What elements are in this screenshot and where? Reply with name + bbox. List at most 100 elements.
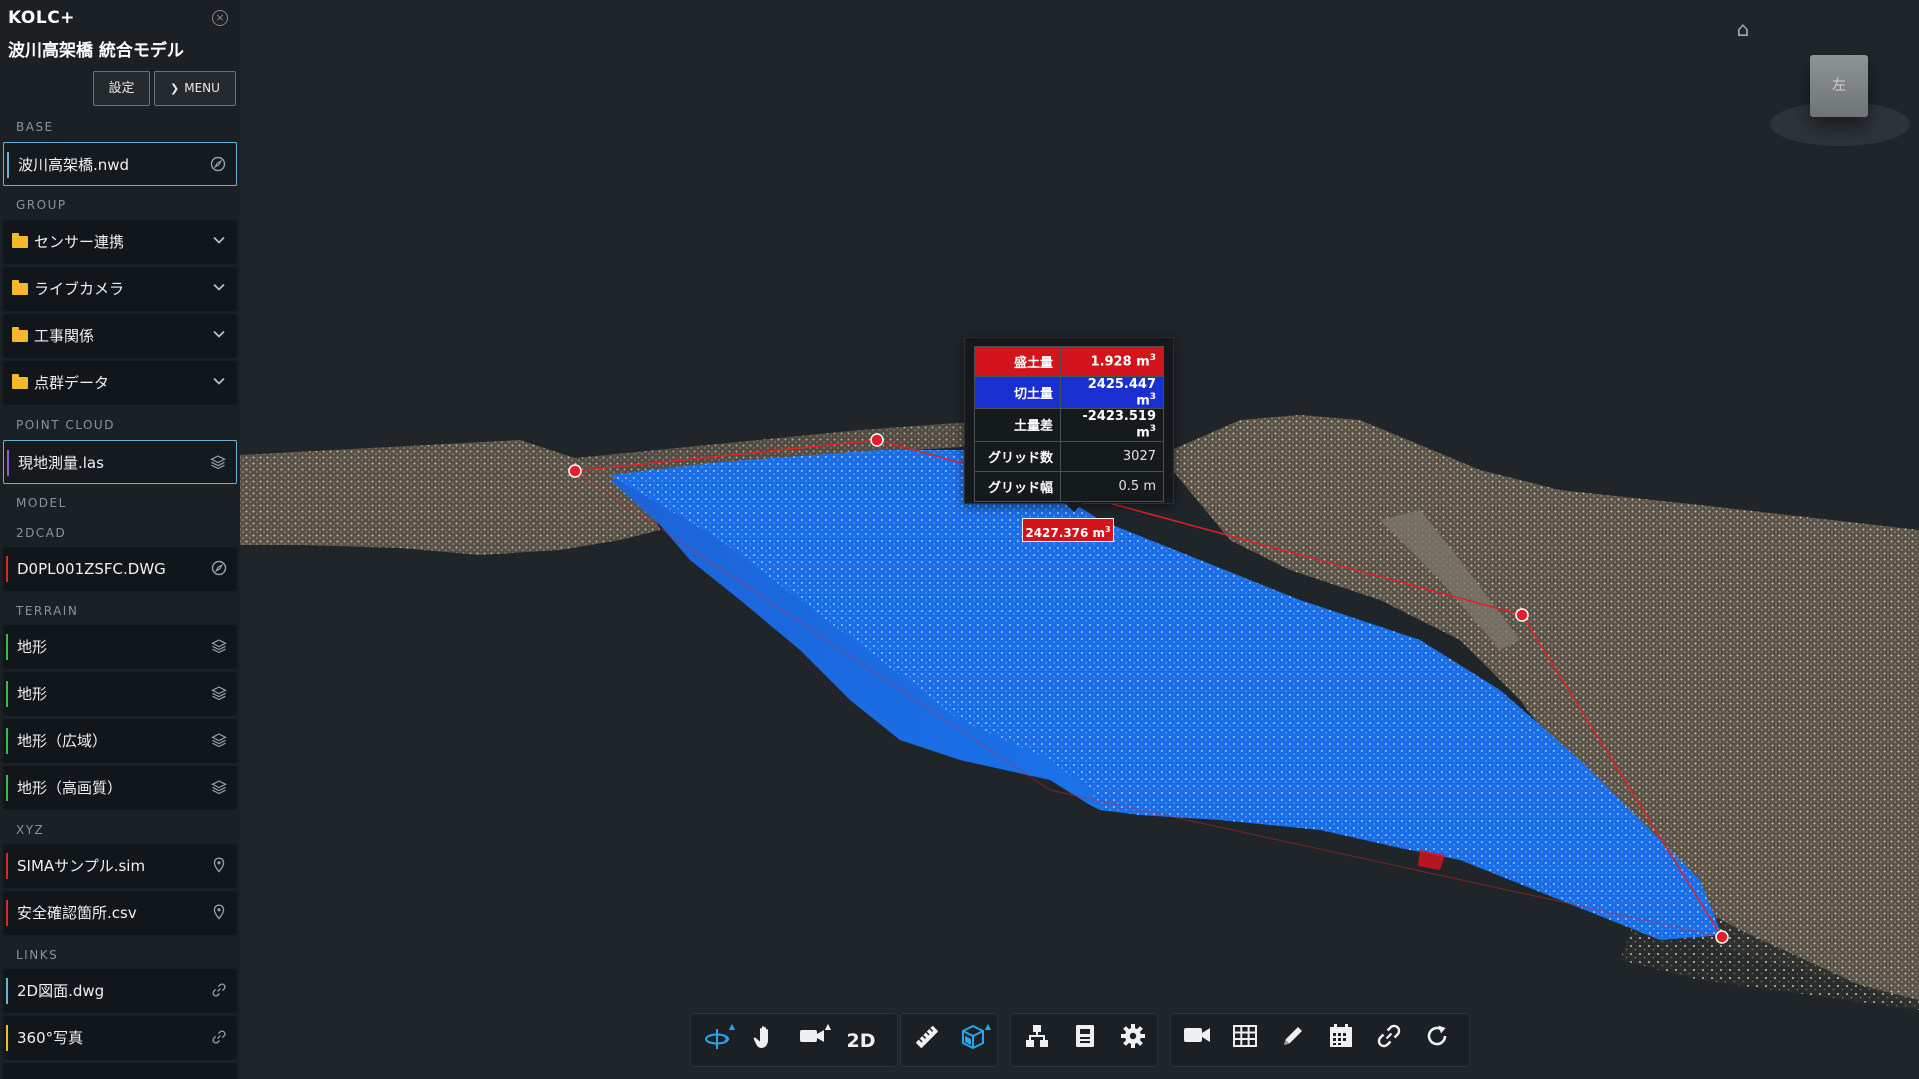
link-icon[interactable] bbox=[1371, 1023, 1407, 1059]
settings-gear-icon[interactable] bbox=[1115, 1023, 1151, 1059]
measure-vertex bbox=[870, 433, 884, 447]
volume-diff-value: -2423.519 m3 bbox=[1060, 408, 1164, 442]
submenu-caret-icon: ▲ bbox=[824, 1022, 831, 1031]
layer-item-2d-drawing[interactable]: 2D図面.dwg bbox=[3, 969, 237, 1013]
link-icon[interactable] bbox=[210, 982, 228, 1000]
grid-count-value: 3027 bbox=[1060, 440, 1164, 472]
measure-vertex bbox=[1515, 608, 1529, 622]
layer-item-terrain-1[interactable]: 地形 bbox=[3, 625, 237, 669]
compass-icon[interactable] bbox=[209, 156, 227, 174]
layer-item-sima[interactable]: SIMAサンプル.sim bbox=[3, 844, 237, 888]
section-label-base: BASE bbox=[16, 120, 54, 134]
sidebar: KOLC+ 波川高架橋 統合モデル × 設定 ❯ MENU BASE 波川高架橋.… bbox=[0, 0, 240, 1079]
layer-color-bar bbox=[6, 634, 8, 660]
group-label: 工事関係 bbox=[34, 327, 95, 345]
view-cube[interactable]: 左 bbox=[1810, 55, 1868, 117]
orbit-icon[interactable]: ▲ bbox=[699, 1023, 735, 1059]
pan-hand-icon[interactable] bbox=[747, 1023, 783, 1059]
group-item-point-data[interactable]: 点群データ bbox=[3, 361, 237, 405]
submenu-caret-icon: ▲ bbox=[728, 1022, 735, 1031]
layer-item-terrain-2[interactable]: 地形 bbox=[3, 672, 237, 716]
folder-icon bbox=[12, 374, 28, 389]
pencil-icon[interactable] bbox=[1275, 1023, 1311, 1059]
chevron-down-icon[interactable] bbox=[210, 233, 228, 251]
video-camera-icon[interactable] bbox=[1179, 1023, 1215, 1059]
table-row: グリッド幅 0.5 m bbox=[974, 470, 1164, 502]
close-panel-icon[interactable]: × bbox=[212, 10, 228, 26]
calendar-icon[interactable] bbox=[1323, 1023, 1359, 1059]
layer-color-bar bbox=[6, 900, 8, 926]
layer-color-bar bbox=[6, 853, 8, 879]
section-label-point-cloud: POINT CLOUD bbox=[16, 418, 115, 432]
2d-toggle-button[interactable]: 2D bbox=[843, 1023, 879, 1059]
layer-label: 地形 bbox=[17, 685, 48, 703]
layers-icon[interactable] bbox=[210, 685, 228, 703]
layer-item-360-photo[interactable]: 360°写真 bbox=[3, 1016, 237, 1060]
compass-icon[interactable] bbox=[210, 560, 228, 578]
folder-icon bbox=[12, 233, 28, 248]
grid-count-label: グリッド数 bbox=[974, 440, 1061, 472]
layers-icon[interactable] bbox=[210, 779, 228, 797]
hierarchy-icon[interactable] bbox=[1019, 1023, 1055, 1059]
chevron-down-icon[interactable] bbox=[210, 374, 228, 392]
layer-color-bar bbox=[6, 556, 8, 582]
table-row: 切土量 2425.447 m3 bbox=[974, 375, 1164, 410]
grid-width-value: 0.5 m bbox=[1060, 470, 1164, 502]
layer-label: 2D図面.dwg bbox=[17, 982, 105, 1000]
table-row: グリッド数 3027 bbox=[974, 440, 1164, 472]
toolbar-group-tools bbox=[1170, 1013, 1470, 1067]
layer-color-bar bbox=[6, 1025, 8, 1051]
layer-label: 地形 bbox=[17, 638, 48, 656]
section-label-group: GROUP bbox=[16, 198, 67, 212]
group-item-sensor[interactable]: センサー連携 bbox=[3, 220, 237, 264]
layer-item-dwg[interactable]: D0PL001ZSFC.DWG bbox=[3, 547, 237, 591]
volume-table: 盛土量 1.928 m3 切土量 2425.447 m3 土量差 -2423.5… bbox=[974, 346, 1164, 502]
layers-icon[interactable] bbox=[209, 454, 227, 472]
layer-color-bar bbox=[6, 775, 8, 801]
table-row: 盛土量 1.928 m3 bbox=[974, 346, 1164, 377]
group-label: 点群データ bbox=[34, 374, 110, 392]
layer-item-terrain-wide[interactable]: 地形（広域） bbox=[3, 719, 237, 763]
section-label-xyz: XYZ bbox=[16, 823, 45, 837]
grid-table-icon[interactable] bbox=[1227, 1023, 1263, 1059]
chevron-down-icon[interactable] bbox=[210, 280, 228, 298]
ruler-icon[interactable] bbox=[909, 1023, 945, 1059]
layer-label: 地形（広域） bbox=[17, 732, 108, 750]
project-title: 波川高架橋 統合モデル bbox=[8, 41, 184, 61]
layers-icon[interactable] bbox=[210, 638, 228, 656]
app-root: KOLC+ 波川高架橋 統合モデル × 設定 ❯ MENU BASE 波川高架橋.… bbox=[0, 0, 1919, 1079]
pin-icon[interactable] bbox=[210, 857, 228, 875]
chevron-down-icon[interactable] bbox=[210, 327, 228, 345]
layer-label: D0PL001ZSFC.DWG bbox=[17, 560, 166, 578]
pin-icon[interactable] bbox=[210, 904, 228, 922]
layers-icon[interactable] bbox=[210, 732, 228, 750]
layer-label: SIMAサンプル.sim bbox=[17, 857, 146, 875]
group-item-live-camera[interactable]: ライブカメラ bbox=[3, 267, 237, 311]
menu-button[interactable]: ❯ MENU bbox=[154, 71, 236, 106]
link-icon[interactable] bbox=[210, 1029, 228, 1047]
layer-item-base[interactable]: 波川高架橋.nwd bbox=[3, 142, 237, 186]
volume-box-icon[interactable]: ▲ bbox=[955, 1023, 991, 1059]
app-brand: KOLC+ bbox=[8, 8, 75, 28]
section-label-model: MODEL bbox=[16, 496, 67, 510]
home-icon[interactable]: ⌂ bbox=[1733, 19, 1753, 39]
measure-vertex bbox=[568, 464, 582, 478]
group-item-construction[interactable]: 工事関係 bbox=[3, 314, 237, 358]
layer-color-bar bbox=[6, 681, 8, 707]
toolbar-group-model bbox=[1010, 1013, 1158, 1067]
settings-button[interactable]: 設定 bbox=[93, 71, 150, 106]
layer-item-point-cloud[interactable]: 現地測量.las bbox=[3, 440, 237, 484]
grid-width-label: グリッド幅 bbox=[974, 470, 1061, 502]
layer-item-safety-csv[interactable]: 安全確認箇所.csv bbox=[3, 891, 237, 935]
layer-item-terrain-hq[interactable]: 地形（高画質） bbox=[3, 766, 237, 810]
total-volume-tag: 2427.376 m3 bbox=[1022, 518, 1114, 542]
camera-icon[interactable]: ▲ bbox=[795, 1023, 831, 1059]
section-label-2dcad: 2DCAD bbox=[16, 526, 67, 540]
layer-label: 360°写真 bbox=[17, 1029, 84, 1047]
layer-item-partial[interactable] bbox=[3, 1063, 237, 1079]
layer-label: 現地測量.las bbox=[18, 454, 104, 472]
properties-icon[interactable] bbox=[1067, 1023, 1103, 1059]
refresh-icon[interactable] bbox=[1419, 1023, 1455, 1059]
menu-label: MENU bbox=[184, 81, 220, 95]
group-label: センサー連携 bbox=[34, 233, 125, 251]
